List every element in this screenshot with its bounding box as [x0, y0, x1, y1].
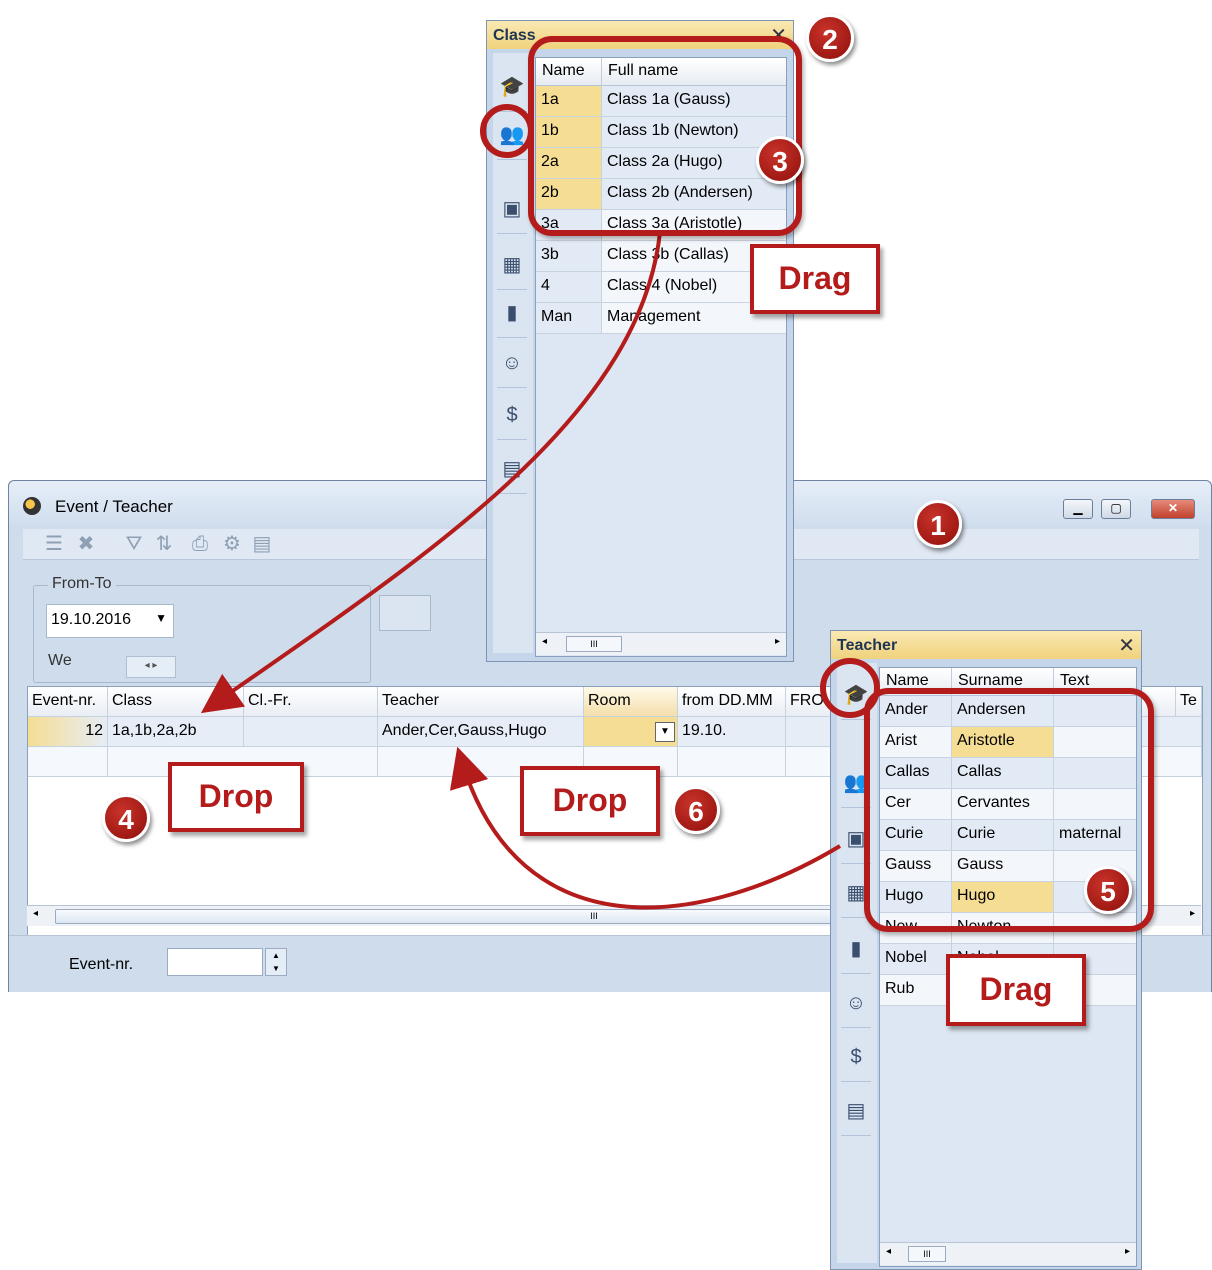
class-icon-highlight — [480, 104, 534, 158]
step-badge-3: 3 — [756, 136, 804, 184]
step-badge-2: 2 — [806, 14, 854, 62]
class-selection-highlight — [528, 36, 802, 236]
step-badge-4: 4 — [102, 794, 150, 842]
drop-callout-teacher: Drop — [520, 766, 660, 836]
step-badge-6: 6 — [672, 786, 720, 834]
drag-callout-class: Drag — [750, 244, 880, 314]
drag-callout-teacher: Drag — [946, 954, 1086, 1026]
drag-arrow-class — [200, 231, 662, 714]
teacher-icon-highlight — [820, 658, 880, 718]
drop-callout-class: Drop — [168, 762, 304, 832]
step-badge-1: 1 — [914, 500, 962, 548]
step-badge-5: 5 — [1084, 866, 1132, 914]
